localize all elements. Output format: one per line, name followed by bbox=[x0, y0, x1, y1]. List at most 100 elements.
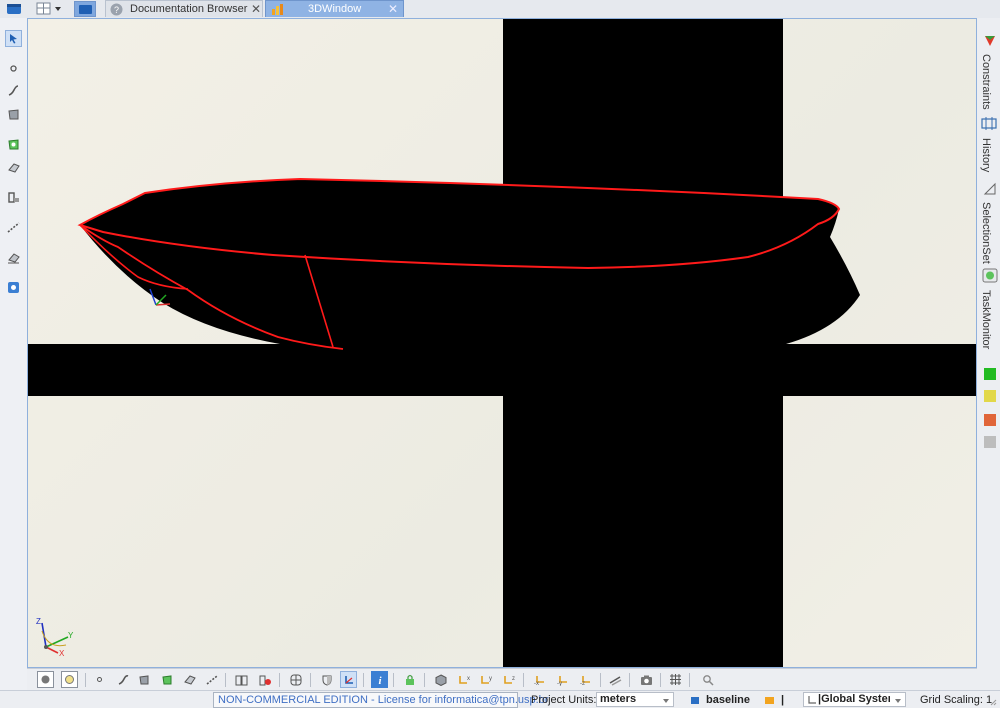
tab-label: Constraints bbox=[980, 54, 992, 110]
solid-filter-icon[interactable] bbox=[181, 671, 198, 688]
constraints-icon bbox=[985, 36, 995, 46]
separator bbox=[689, 673, 690, 687]
svg-text:i: i bbox=[378, 675, 382, 686]
close-icon[interactable]: ✕ bbox=[251, 2, 261, 16]
close-icon[interactable]: ✕ bbox=[388, 2, 398, 16]
coordinate-system-icon bbox=[808, 696, 816, 704]
top-tab-bar: ? Documentation Browser ✕ 3DWindow ✕ bbox=[0, 0, 1000, 18]
select-arrow-icon[interactable] bbox=[5, 30, 22, 47]
view-neg-z-icon[interactable]: -z bbox=[577, 671, 594, 688]
svg-text:x: x bbox=[467, 676, 470, 682]
tab-taskmonitor[interactable]: TaskMonitor bbox=[979, 266, 998, 358]
chevron-down-icon bbox=[663, 699, 669, 703]
coordinate-system-dropdown[interactable]: |Global Systen bbox=[803, 692, 906, 707]
tab-label: History bbox=[980, 138, 992, 173]
color-swatch-orange[interactable] bbox=[984, 414, 996, 426]
app-menu-icon[interactable] bbox=[6, 2, 22, 15]
view-neg-y-icon[interactable]: -y bbox=[554, 671, 571, 688]
frame-icon[interactable] bbox=[5, 189, 22, 206]
separator bbox=[393, 673, 394, 687]
green-surface-filter-icon[interactable] bbox=[158, 671, 175, 688]
status-separator: | bbox=[781, 694, 785, 706]
grid-icon[interactable] bbox=[667, 671, 684, 688]
view-x-icon[interactable]: x bbox=[455, 671, 472, 688]
shaded-view-icon[interactable] bbox=[37, 671, 54, 688]
curve-icon[interactable] bbox=[5, 82, 22, 99]
layers-hide-icon[interactable] bbox=[257, 671, 274, 688]
eraser-icon[interactable] bbox=[5, 249, 22, 266]
curve-filter-icon[interactable] bbox=[114, 671, 131, 688]
folder-tab-icon[interactable] bbox=[74, 1, 96, 17]
layers-icon[interactable] bbox=[233, 671, 250, 688]
surface-green-icon[interactable] bbox=[5, 136, 22, 153]
dotted-line-icon[interactable] bbox=[5, 219, 22, 236]
project-units-dropdown[interactable]: meters bbox=[596, 692, 674, 707]
coordinate-system-icon[interactable] bbox=[340, 671, 357, 688]
separator bbox=[85, 673, 86, 687]
point-icon[interactable] bbox=[5, 60, 22, 77]
bottom-toolbar: i x y z -x -y -z bbox=[27, 668, 977, 690]
view-z-icon[interactable]: z bbox=[500, 671, 517, 688]
color-swatch-yellow[interactable] bbox=[984, 390, 996, 402]
shield-icon[interactable] bbox=[318, 671, 335, 688]
history-icon bbox=[981, 117, 997, 130]
coordinate-system-value: |Global Systen bbox=[818, 693, 890, 705]
folder-icon[interactable] bbox=[764, 695, 775, 705]
tab-selectionset[interactable]: SelectionSet bbox=[979, 180, 998, 270]
iso-view-icon[interactable] bbox=[432, 671, 449, 688]
axis-x-label: X bbox=[59, 649, 65, 658]
baseline-icon[interactable] bbox=[690, 695, 700, 705]
wireframe-view-icon[interactable] bbox=[61, 671, 78, 688]
3d-viewport[interactable]: Z Y X bbox=[27, 18, 977, 668]
lock-icon[interactable] bbox=[401, 671, 418, 688]
dotted-filter-icon[interactable] bbox=[203, 671, 220, 688]
layout-dropdown-icon[interactable] bbox=[36, 1, 66, 17]
point-filter-icon[interactable] bbox=[91, 671, 108, 688]
right-side-panel: Constraints History SelectionSet TaskMon… bbox=[977, 18, 1000, 690]
separator bbox=[225, 673, 226, 687]
help-icon: ? bbox=[110, 3, 123, 16]
surface-icon[interactable] bbox=[5, 106, 22, 123]
tab-3dwindow[interactable]: 3DWindow ✕ bbox=[265, 0, 404, 17]
view-y-icon[interactable]: y bbox=[477, 671, 494, 688]
license-text: NON-COMMERCIAL EDITION - License for inf… bbox=[218, 694, 549, 706]
hull-body[interactable] bbox=[80, 179, 860, 344]
baseline-label[interactable]: baseline bbox=[706, 694, 750, 706]
grid-mesh-icon[interactable] bbox=[287, 671, 304, 688]
tab-label: SelectionSet bbox=[980, 202, 992, 264]
tab-documentation-browser[interactable]: ? Documentation Browser ✕ bbox=[105, 0, 263, 17]
align-view-icon[interactable] bbox=[607, 671, 624, 688]
color-swatch-gray[interactable] bbox=[984, 436, 996, 448]
snap-icon[interactable] bbox=[5, 279, 22, 296]
selection-set-icon bbox=[983, 182, 996, 195]
separator bbox=[600, 673, 601, 687]
resize-grip-icon[interactable] bbox=[990, 699, 997, 706]
info-icon[interactable]: i bbox=[371, 671, 388, 688]
svg-text:y: y bbox=[489, 676, 492, 682]
project-units-label: Project Units: bbox=[531, 694, 597, 706]
horizontal-black-region bbox=[28, 344, 976, 396]
camera-icon[interactable] bbox=[638, 671, 655, 688]
project-units-value: meters bbox=[600, 693, 637, 705]
separator bbox=[523, 673, 524, 687]
3d-window-icon bbox=[271, 3, 285, 16]
color-swatch-green[interactable] bbox=[984, 368, 996, 380]
separator bbox=[279, 673, 280, 687]
axis-z-label: Z bbox=[36, 617, 41, 626]
separator bbox=[310, 673, 311, 687]
chevron-down-icon bbox=[895, 699, 901, 703]
svg-text:z: z bbox=[512, 676, 515, 682]
tab-label: TaskMonitor bbox=[980, 290, 992, 350]
axis-y-label: Y bbox=[68, 631, 74, 640]
separator bbox=[629, 673, 630, 687]
license-box: NON-COMMERCIAL EDITION - License for inf… bbox=[213, 692, 548, 708]
grid-scaling-label: Grid Scaling: 1 bbox=[920, 694, 993, 706]
view-neg-x-icon[interactable]: -x bbox=[531, 671, 548, 688]
left-toolbar bbox=[0, 18, 27, 690]
surface-filter-icon[interactable] bbox=[135, 671, 152, 688]
tab-label: Documentation Browser bbox=[130, 3, 248, 15]
solid-icon[interactable] bbox=[5, 159, 22, 176]
search-icon[interactable] bbox=[699, 671, 716, 688]
task-monitor-icon bbox=[982, 268, 998, 283]
tab-constraints[interactable]: Constraints bbox=[979, 32, 998, 124]
